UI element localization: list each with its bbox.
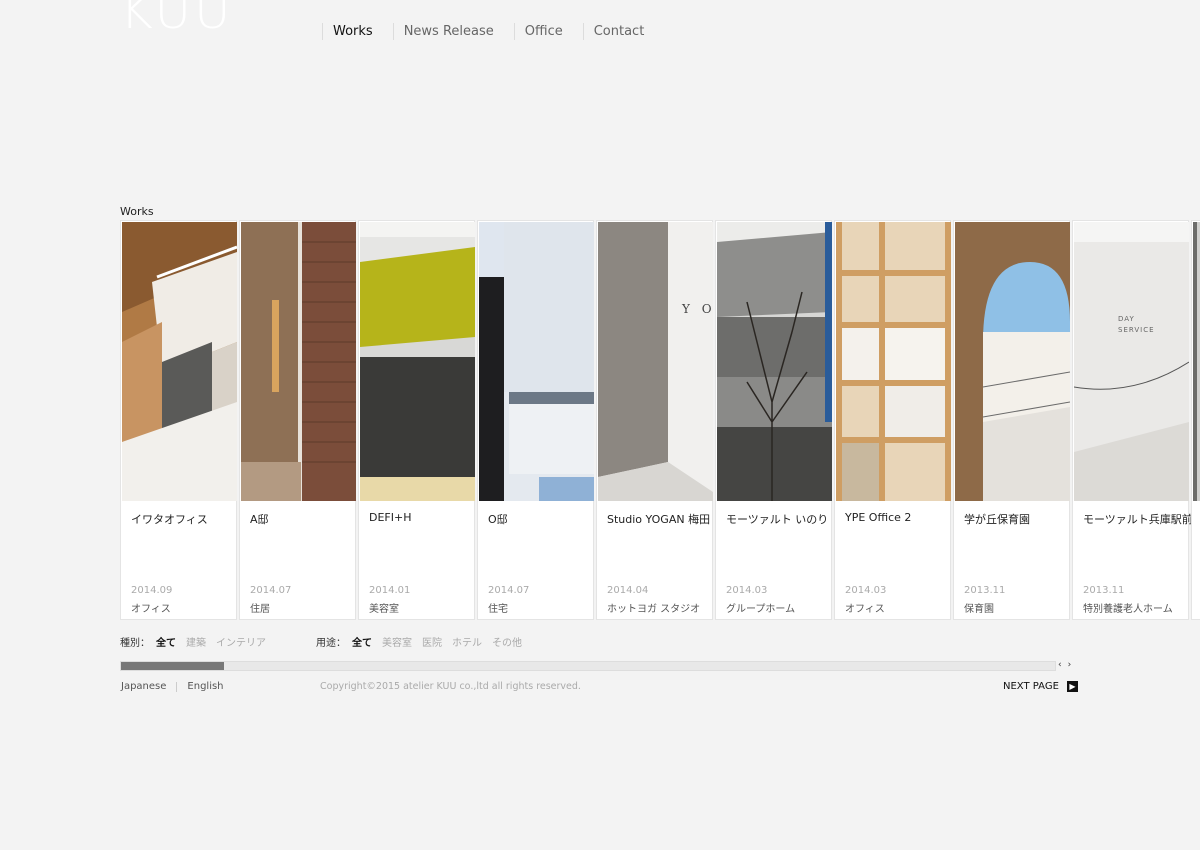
work-category: オフィス [845, 604, 885, 615]
horizontal-scrollbar[interactable] [120, 661, 1056, 671]
work-title: YPE Office 2 [845, 511, 912, 524]
work-category: ホットヨガ スタジオ [607, 604, 701, 615]
section-title: Works [120, 205, 154, 218]
nav-contact[interactable]: Contact [582, 23, 655, 40]
work-card-defi-h[interactable]: DEFI+H 2014.01 美容室 [358, 220, 475, 620]
lang-japanese-link[interactable]: Japanese [121, 681, 166, 692]
work-card-o-house[interactable]: O邸 2014.07 住宅 [477, 220, 594, 620]
use-filter-all[interactable]: 全て [352, 634, 372, 649]
work-date: 2013.11 [964, 585, 1006, 596]
work-date: 2014.01 [369, 585, 411, 596]
next-arrow-icon: ▶ [1066, 681, 1078, 692]
type-filter-architecture[interactable]: 建築 [186, 634, 206, 649]
nav-office[interactable]: Office [513, 23, 573, 40]
scroll-left-icon[interactable]: ‹ [1058, 660, 1062, 670]
works-strip: イワタオフィス 2014.09 オフィス A邸 2014.07 住居 DEFI+… [120, 220, 1200, 621]
work-card-partial[interactable] [1191, 220, 1200, 620]
work-date: 2014.04 [607, 585, 649, 596]
main-nav: Works News Release Office Contact [322, 23, 664, 40]
work-card-mozart-hyogo[interactable]: DAY SERVICE モーツァルト兵庫駅前 2013.11 特別養護老人ホーム [1072, 220, 1193, 620]
work-title: Studio YOGAN 梅田 [607, 513, 711, 526]
work-photo: DAY SERVICE [1074, 222, 1189, 501]
copyright: Copyright©2015 atelier KUU co.,ltd all r… [320, 681, 581, 692]
work-card-mozart-inori[interactable]: モーツァルト いのり 2014.03 グループホーム [715, 220, 832, 620]
work-date: 2013.11 [1083, 585, 1125, 596]
use-filter-hotel[interactable]: ホテル [452, 634, 482, 649]
work-date: 2014.07 [250, 585, 292, 596]
work-category: 住居 [250, 604, 270, 615]
use-filter-group: 用途： 全て 美容室 医院 ホテル その他 [316, 634, 532, 649]
work-card-ype-office-2[interactable]: YPE Office 2 2014.03 オフィス [834, 220, 951, 620]
work-photo: Y O [598, 222, 713, 501]
use-filter-beauty-salon[interactable]: 美容室 [382, 634, 412, 649]
work-card-studio-yogan[interactable]: Y O Studio YOGAN 梅田 2014.04 ホットヨガ スタジオ [596, 220, 713, 620]
work-category: 特別養護老人ホーム [1083, 604, 1173, 615]
use-filter-label: 用途： [316, 638, 346, 649]
work-card-gakugaoka-nursery[interactable]: 学が丘保育園 2013.11 保育園 [953, 220, 1070, 620]
work-title: A邸 [250, 513, 269, 526]
type-filter-all[interactable]: 全て [156, 634, 176, 649]
type-filter-label: 種別： [120, 638, 150, 649]
work-category: グループホーム [726, 604, 796, 615]
scrollbar-thumb[interactable] [121, 662, 224, 670]
work-title: モーツァルト いのり [726, 513, 829, 526]
language-switcher: Japanese English [121, 681, 224, 692]
work-photo [955, 222, 1070, 501]
type-filter-interior[interactable]: インテリア [216, 634, 266, 649]
work-title: イワタオフィス [131, 513, 208, 526]
yogan-sign-text: Y O [682, 302, 713, 316]
work-category: オフィス [131, 604, 171, 615]
lang-divider [176, 681, 178, 692]
work-date: 2014.03 [726, 585, 768, 596]
work-category: 住宅 [488, 604, 508, 615]
logo[interactable]: KUU [120, 0, 234, 36]
work-title: O邸 [488, 513, 508, 526]
work-photo [717, 222, 832, 501]
work-photo [1193, 222, 1200, 501]
work-title: 学が丘保育園 [964, 513, 1030, 526]
work-title: モーツァルト兵庫駅前 [1083, 513, 1193, 526]
work-date: 2014.03 [845, 585, 887, 596]
next-page-button[interactable]: NEXT PAGE ▶ [1003, 681, 1078, 692]
work-card-a-house[interactable]: A邸 2014.07 住居 [239, 220, 356, 620]
work-photo [241, 222, 356, 501]
work-category: 美容室 [369, 604, 399, 615]
nav-works[interactable]: Works [322, 23, 383, 40]
work-photo [479, 222, 594, 501]
next-page-label: NEXT PAGE [1003, 681, 1059, 692]
work-date: 2014.07 [488, 585, 530, 596]
work-photo [360, 222, 475, 501]
work-card-iwata-office[interactable]: イワタオフィス 2014.09 オフィス [120, 220, 237, 620]
lang-english-link[interactable]: English [187, 681, 223, 692]
work-date: 2014.09 [131, 585, 173, 596]
work-title: DEFI+H [369, 511, 412, 524]
scroll-right-icon[interactable]: › [1068, 660, 1072, 670]
use-filter-clinic[interactable]: 医院 [422, 634, 442, 649]
scroll-arrows: ‹ › [1058, 660, 1071, 670]
nav-news-release[interactable]: News Release [392, 23, 504, 40]
filter-bar: 種別： 全て 建築 インテリア 用途： 全て 美容室 医院 ホテル その他 [120, 634, 532, 649]
work-photo [836, 222, 951, 501]
work-category: 保育園 [964, 604, 994, 615]
day-service-sign-text: DAY SERVICE [1118, 315, 1155, 334]
use-filter-other[interactable]: その他 [492, 634, 522, 649]
work-photo [122, 222, 237, 501]
